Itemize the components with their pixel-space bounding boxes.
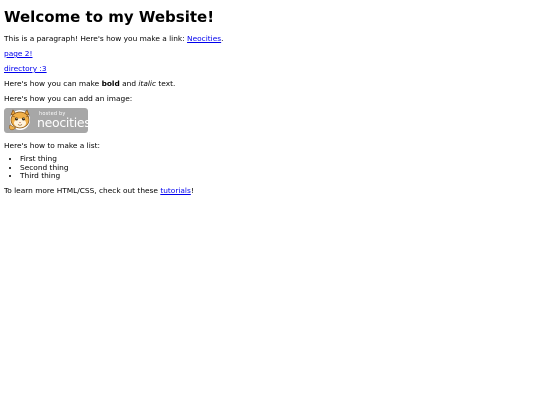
intro-text: This is a paragraph! Here's how you make… [4, 34, 188, 43]
outro-text: To learn more HTML/CSS, check out these [4, 186, 161, 195]
tutorials-link[interactable]: tutorials [160, 186, 191, 195]
neocities-link[interactable]: Neocities [187, 34, 221, 43]
outro-suffix: ! [190, 186, 194, 195]
hosted-by-neocities-badge: hosted by neocities [4, 108, 88, 133]
page-title: Welcome to my Website! [4, 8, 215, 26]
outro-paragraph: To learn more HTML/CSS, check out these … [4, 186, 194, 195]
italic-text: italic [138, 79, 157, 88]
directory-link[interactable]: directory :3 [4, 64, 47, 73]
page2-link[interactable]: page 2! [4, 49, 32, 58]
bold-text: bold [101, 79, 120, 88]
image-intro-text: Here's how you can add an image: [4, 94, 133, 103]
example-list: First thing Second thing Third thing [4, 154, 69, 181]
page2-paragraph: page 2! [4, 49, 32, 58]
formatting-suffix: text. [156, 79, 176, 88]
formatting-middle: and [119, 79, 139, 88]
list-intro-text: Here's how to make a list: [4, 141, 100, 150]
formatting-prefix: Here's how you can make [4, 79, 102, 88]
formatting-paragraph: Here's how you can make bold and italic … [4, 79, 175, 88]
badge-big-text: neocities [37, 115, 88, 130]
list-item: Third thing [20, 171, 69, 181]
intro-suffix: . [221, 34, 224, 43]
neocities-cat-icon [9, 109, 30, 131]
directory-paragraph: directory :3 [4, 64, 47, 73]
web-page: Welcome to my Website! This is a paragra… [0, 0, 540, 405]
intro-paragraph: This is a paragraph! Here's how you make… [4, 34, 223, 43]
